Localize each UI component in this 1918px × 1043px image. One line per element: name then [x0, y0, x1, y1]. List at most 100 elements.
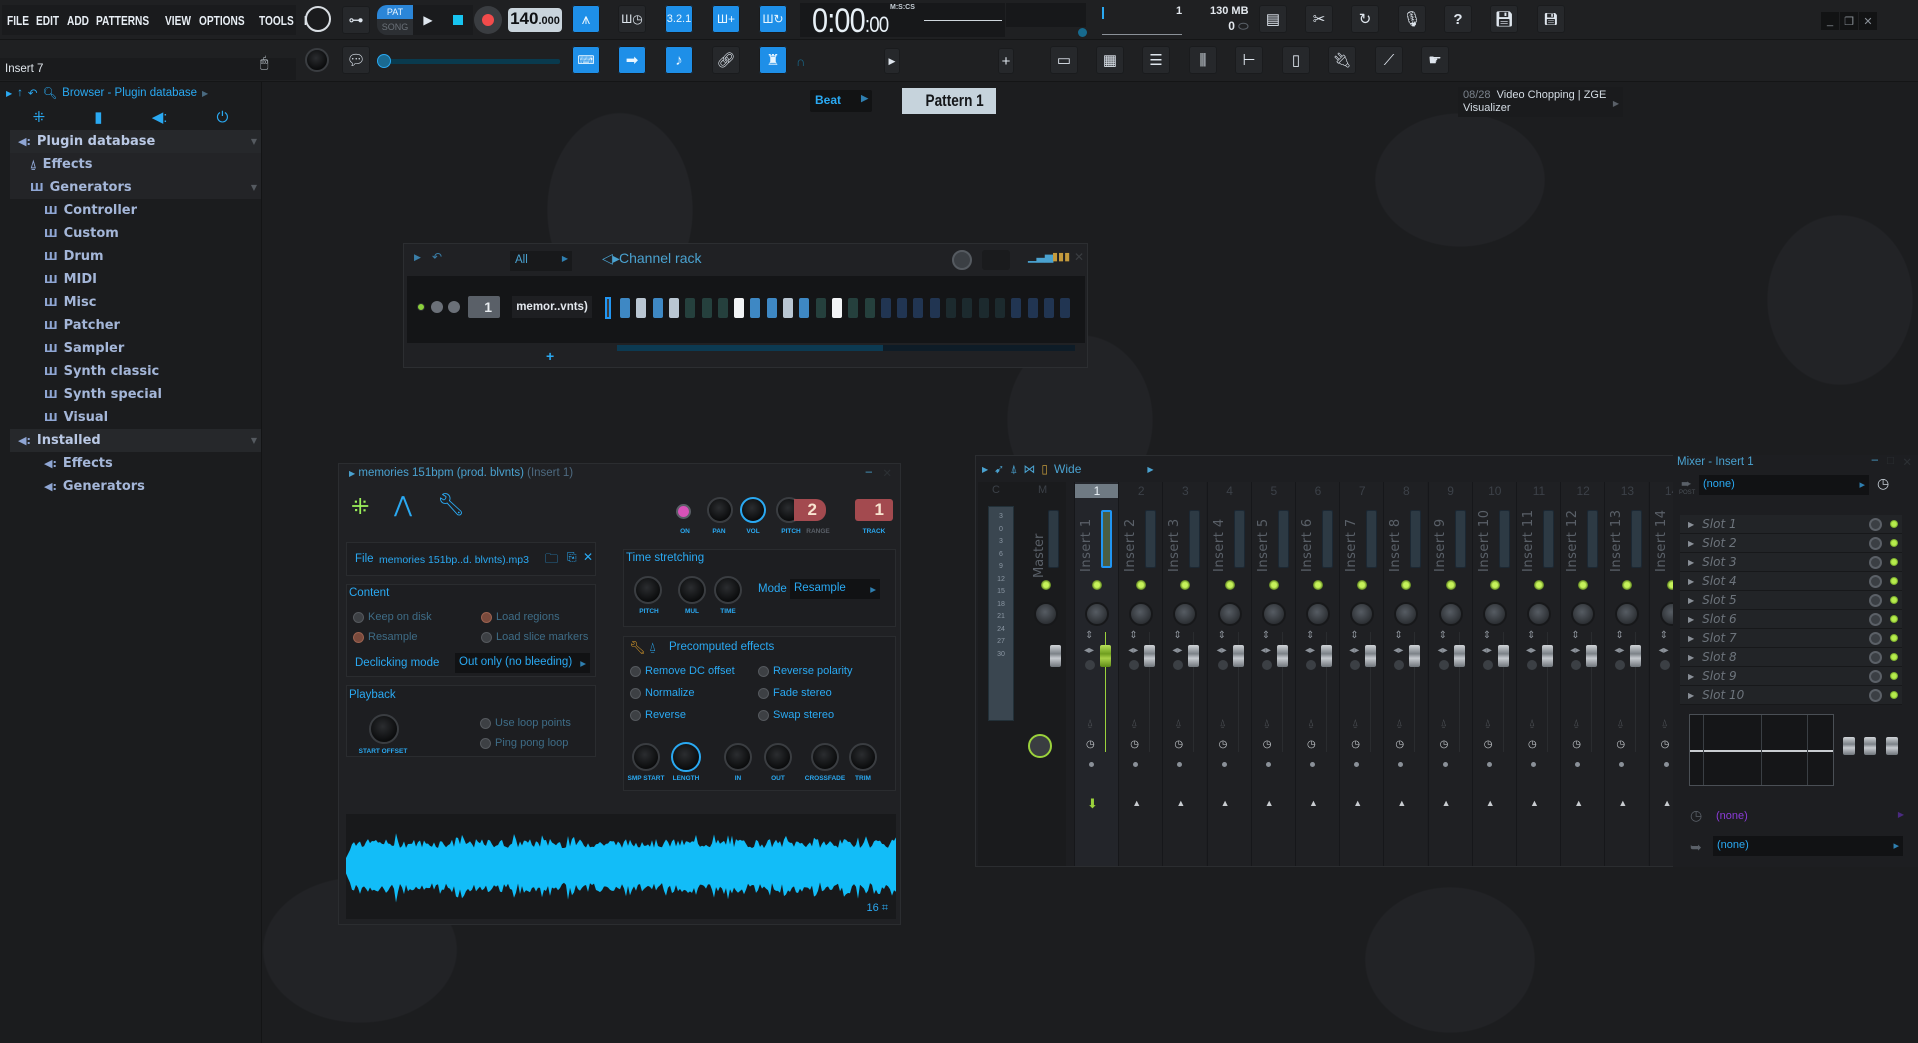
- slot-mix-knob[interactable]: [1869, 536, 1882, 550]
- chevron-right-icon[interactable]: ▶: [202, 89, 208, 98]
- record-arm-icon[interactable]: ⍙: [1485, 718, 1491, 729]
- browser-item-custom[interactable]: Ш Custom: [10, 222, 261, 245]
- insert-stereo-knob[interactable]: [1615, 660, 1626, 670]
- effect-slot[interactable]: ▶ Slot 8: [1680, 648, 1902, 667]
- route-dot[interactable]: [1442, 762, 1448, 767]
- stereo-separation-icon[interactable]: ⇕: [1306, 630, 1314, 641]
- smp-start-knob[interactable]: [632, 743, 660, 771]
- record-arm-icon[interactable]: ⍙: [1308, 718, 1314, 729]
- record-arm-icon[interactable]: ⍙: [1573, 718, 1579, 729]
- stereo-separation-icon[interactable]: ⇕: [1571, 630, 1579, 641]
- ping-pong-loop-option[interactable]: Ping pong loop: [480, 737, 568, 749]
- route-dot[interactable]: [1486, 762, 1492, 767]
- chevron-right-icon[interactable]: ▶: [982, 465, 988, 474]
- eye-icon[interactable]: [1078, 28, 1087, 37]
- clock-icon[interactable]: ◷: [1572, 739, 1581, 750]
- chevron-right-icon[interactable]: ▶: [1688, 691, 1694, 700]
- chevron-right-icon[interactable]: ▶: [1688, 577, 1694, 586]
- toolbar-layout-button[interactable]: ▤: [1259, 5, 1287, 33]
- step-button[interactable]: [897, 298, 908, 318]
- slot-mix-knob[interactable]: [1869, 555, 1882, 569]
- effect-slot[interactable]: ▶ Slot 2: [1680, 534, 1902, 553]
- insert-enable-led[interactable]: [1489, 580, 1500, 590]
- swap-channels-icon[interactable]: ◂▸: [1128, 645, 1138, 656]
- input-select[interactable]: (none): [1699, 475, 1869, 495]
- chevron-right-icon[interactable]: ▶: [6, 89, 12, 98]
- browser-item-synth-special[interactable]: Ш Synth special: [10, 383, 261, 406]
- piano-roll-button[interactable]: ▦: [1096, 46, 1124, 74]
- record-arm-icon[interactable]: ⍙: [1220, 718, 1226, 729]
- insert-pan-knob[interactable]: [1306, 602, 1330, 626]
- insert-pan-knob[interactable]: [1571, 602, 1596, 626]
- slot-enable-led[interactable]: [1890, 596, 1898, 604]
- insert-volume-fader[interactable]: [1586, 645, 1598, 667]
- volume-knob[interactable]: [740, 497, 766, 523]
- clock-icon[interactable]: ◷: [1661, 739, 1670, 750]
- menu-options[interactable]: OPTIONS: [199, 13, 245, 28]
- browser-button[interactable]: ⊢: [1235, 46, 1263, 74]
- insert-volume-fader[interactable]: [1453, 645, 1465, 667]
- browser-item-plugin-database[interactable]: ◀: Plugin database ▼: [10, 130, 261, 153]
- record-arm-icon[interactable]: ⍙: [1396, 718, 1402, 729]
- eq-band-low-fader[interactable]: [1843, 737, 1855, 755]
- channel-name-button[interactable]: memor..vnts): [512, 296, 592, 318]
- swap-channels-icon[interactable]: ◂▸: [1570, 645, 1580, 656]
- chevron-right-icon[interactable]: ▶: [1688, 520, 1694, 529]
- swap-channels-icon[interactable]: ◂▸: [1526, 645, 1536, 656]
- clock-icon[interactable]: ◷: [1395, 739, 1404, 750]
- length-knob[interactable]: [671, 742, 701, 772]
- blend-notes-button[interactable]: Ш+: [712, 5, 740, 33]
- hint-bar-button[interactable]: 💬︎: [342, 46, 370, 74]
- chevron-right-icon[interactable]: ▶: [1688, 615, 1694, 624]
- touch-controller-button[interactable]: ⟋: [1375, 46, 1403, 74]
- chevron-right-icon[interactable]: ▶: [1688, 558, 1694, 567]
- ts-pitch-knob[interactable]: [634, 576, 662, 604]
- undo-history-button[interactable]: ↻: [1351, 5, 1379, 33]
- record-arm-icon[interactable]: ⍙: [1352, 718, 1358, 729]
- maximize-icon[interactable]: □: [1887, 455, 1894, 467]
- insert-stereo-knob[interactable]: [1217, 660, 1228, 670]
- arrow-up-icon[interactable]: ↑: [17, 87, 23, 99]
- step-button[interactable]: [652, 298, 663, 318]
- add-channel-button[interactable]: +: [546, 348, 554, 364]
- track-value[interactable]: 1: [855, 499, 893, 521]
- insert-enable-led[interactable]: [1401, 580, 1412, 590]
- step-button[interactable]: [620, 298, 630, 318]
- insert-stereo-knob[interactable]: [1085, 660, 1095, 670]
- remove-dc-offset-option[interactable]: Remove DC offset: [630, 665, 735, 677]
- stereo-separation-icon[interactable]: ⇕: [1218, 630, 1226, 641]
- route-dot[interactable]: [1265, 762, 1271, 767]
- insert-enable-led[interactable]: [1622, 580, 1633, 590]
- record-arm-icon[interactable]: ⍙: [1662, 718, 1668, 729]
- typing-keyboard-button[interactable]: ⌨: [572, 46, 600, 74]
- insert-pan-knob[interactable]: [1350, 602, 1375, 626]
- mixer-button[interactable]: ⫼: [1189, 46, 1217, 74]
- wait-for-input-button[interactable]: Ш◷: [618, 5, 646, 33]
- insert-volume-fader[interactable]: [1497, 645, 1509, 667]
- slot-mix-knob[interactable]: [1869, 650, 1882, 664]
- step-button[interactable]: [831, 298, 842, 318]
- stereo-separation-icon[interactable]: ⇕: [1350, 630, 1358, 641]
- scrollbar-thumb[interactable]: [617, 345, 883, 351]
- swap-channels-icon[interactable]: ◂▸: [1305, 645, 1315, 656]
- close-icon[interactable]: ✕: [882, 466, 892, 480]
- clock-icon[interactable]: ◷: [1219, 739, 1228, 750]
- step-button[interactable]: [994, 298, 1005, 318]
- effect-slot[interactable]: ▶ Slot 3: [1680, 553, 1902, 572]
- route-dot[interactable]: [1221, 762, 1227, 767]
- insert-stereo-knob[interactable]: [1394, 660, 1405, 670]
- waveform-tab-icon[interactable]: ⁜: [351, 494, 369, 520]
- add-pattern-button[interactable]: +: [998, 48, 1014, 74]
- fade-stereo-option[interactable]: Fade stereo: [758, 687, 832, 699]
- master-fader[interactable]: [1050, 645, 1061, 667]
- audio-input-button[interactable]: 🎙︎: [1398, 5, 1426, 33]
- slot-mix-knob[interactable]: [1869, 593, 1882, 607]
- slot-enable-led[interactable]: [1890, 615, 1898, 623]
- undo-icon[interactable]: ↶: [28, 86, 38, 100]
- load-regions-option[interactable]: Load regions: [481, 611, 560, 623]
- swap-stereo-option[interactable]: Swap stereo: [758, 709, 834, 721]
- browser-item-controller[interactable]: Ш Controller: [10, 199, 261, 222]
- stereo-separation-icon[interactable]: ⇕: [1085, 630, 1093, 641]
- mixer-preset[interactable]: Wide: [1054, 462, 1081, 476]
- effect-slot[interactable]: ▶ Slot 4: [1680, 572, 1902, 591]
